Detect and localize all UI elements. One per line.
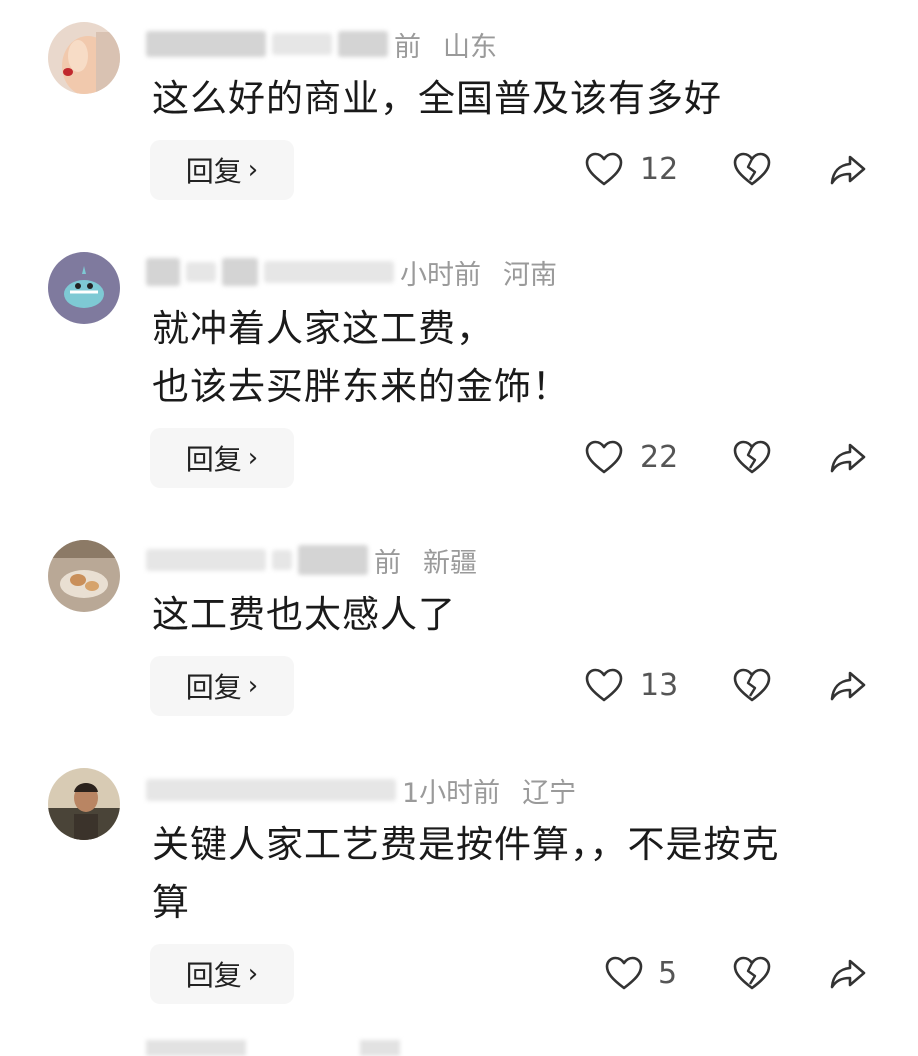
broken-heart-icon[interactable] (732, 666, 772, 706)
comment-text-line: 这工费也太感人了 (152, 593, 456, 636)
comment-text: 这工费也太感人了 (152, 586, 872, 644)
chevron-right-icon: › (247, 443, 259, 473)
redacted-username (272, 33, 332, 55)
redacted-username (360, 1040, 400, 1056)
redacted-username (186, 262, 216, 282)
like-count: 13 (640, 668, 679, 703)
comment-text-line: 也该去买胖东来的金饰！ (152, 365, 570, 408)
comment-meta: 小时前 河南 (146, 252, 557, 292)
comment-location: 山东 (443, 31, 497, 63)
comment-text: 关键人家工艺费是按件算，，不是按克 算 (152, 816, 872, 932)
comment-actions: 22 (580, 428, 880, 488)
heart-outline-icon[interactable] (584, 666, 624, 706)
reply-button[interactable]: 回复 › (150, 656, 294, 716)
comment-text-line: 就冲着人家这工费， (152, 307, 494, 350)
share-arrow-icon[interactable] (828, 150, 868, 190)
comment-location: 河南 (503, 259, 557, 291)
heart-outline-icon[interactable] (584, 150, 624, 190)
like-count: 5 (658, 956, 678, 991)
comment-text-line: 关键人家工艺费是按件算，，不是按克 (152, 823, 780, 866)
share-arrow-icon[interactable] (828, 666, 868, 706)
avatar[interactable] (48, 22, 120, 94)
redacted-username (146, 31, 266, 57)
comment-time: 1小时前 (402, 777, 501, 809)
comment-actions: 13 (580, 656, 880, 716)
comment-time: 前 (394, 31, 421, 63)
comment-meta: 1小时前 辽宁 (146, 770, 576, 810)
chevron-right-icon: › (247, 671, 259, 701)
comment-actions: 5 (580, 944, 880, 1004)
redacted-username (146, 258, 180, 286)
redacted-username (264, 261, 394, 283)
comment-text-line: 算 (152, 881, 190, 924)
comment-time: 前 (374, 547, 401, 579)
reply-button[interactable]: 回复 › (150, 944, 294, 1004)
like-count: 22 (640, 440, 679, 475)
share-arrow-icon[interactable] (828, 954, 868, 994)
comment-location: 新疆 (423, 547, 477, 579)
chevron-right-icon: › (247, 959, 259, 989)
redacted-username (272, 550, 292, 570)
redacted-username (146, 1040, 246, 1056)
broken-heart-icon[interactable] (732, 150, 772, 190)
comment-actions: 12 (580, 140, 880, 200)
reply-label: 回复 (185, 671, 242, 704)
redacted-username (146, 779, 396, 801)
reply-label: 回复 (185, 155, 242, 188)
reply-button[interactable]: 回复 › (150, 428, 294, 488)
like-count: 12 (640, 152, 679, 187)
comment-meta: 前 新疆 (146, 540, 477, 580)
redacted-username (338, 31, 388, 57)
reply-button[interactable]: 回复 › (150, 140, 294, 200)
broken-heart-icon[interactable] (732, 438, 772, 478)
comment-text: 就冲着人家这工费， 也该去买胖东来的金饰！ (152, 300, 872, 416)
reply-label: 回复 (185, 443, 242, 476)
redacted-username (146, 549, 266, 571)
heart-outline-icon[interactable] (604, 954, 644, 994)
avatar[interactable] (48, 540, 120, 612)
broken-heart-icon[interactable] (732, 954, 772, 994)
comment-meta: 前 山东 (146, 24, 497, 64)
comment-text-line: 这么好的商业，全国普及该有多好 (152, 77, 722, 120)
avatar[interactable] (48, 768, 120, 840)
share-arrow-icon[interactable] (828, 438, 868, 478)
comment-text: 这么好的商业，全国普及该有多好 (152, 70, 872, 128)
comment-location: 辽宁 (522, 777, 577, 809)
avatar[interactable] (48, 252, 120, 324)
chevron-right-icon: › (247, 155, 259, 185)
redacted-username (222, 258, 258, 286)
comment-time: 小时前 (400, 259, 481, 291)
reply-label: 回复 (185, 959, 242, 992)
heart-outline-icon[interactable] (584, 438, 624, 478)
redacted-username (298, 545, 368, 575)
